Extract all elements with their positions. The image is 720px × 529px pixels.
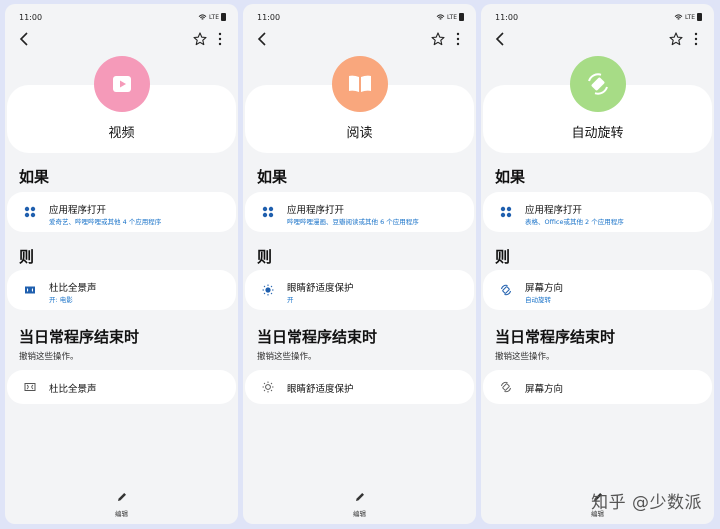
action-title: 眼睛舒适度保护 [287, 283, 354, 294]
action-card[interactable]: 杜比全景声 开: 电影 [7, 270, 236, 310]
end-section-header: 当日常程序结束时 [257, 328, 378, 346]
trigger-title: 应用程序打开 [525, 205, 583, 216]
favorite-star-icon[interactable] [430, 30, 446, 48]
battery-icon [697, 13, 702, 21]
then-section-header: 则 [19, 248, 35, 266]
back-arrow-icon[interactable] [17, 30, 33, 48]
wifi-icon [198, 13, 207, 20]
trigger-subtitle: 爱奇艺、哔哩哔哩或其他 4 个应用程序 [49, 218, 162, 226]
status-time: 11:00 [19, 13, 43, 22]
trigger-card[interactable]: 应用程序打开 表格、Office或其他 2 个应用程序 [483, 192, 712, 232]
watermark: 知乎 @少数派 [591, 493, 702, 513]
status-time: 11:00 [495, 13, 519, 22]
undo-title: 杜比全景声 [49, 384, 97, 395]
status-bar: 11:00 LTE [495, 13, 702, 25]
apps-grid-icon [24, 206, 36, 218]
routine-title: 阅读 [346, 126, 373, 141]
if-section-header: 如果 [495, 168, 526, 186]
apps-grid-icon [262, 206, 274, 218]
sun-icon [262, 284, 274, 296]
routine-title: 视频 [108, 126, 135, 141]
rotate-icon [569, 56, 626, 112]
status-bar: 11:00 LTE [257, 13, 464, 25]
apps-grid-icon [500, 206, 512, 218]
wifi-icon [674, 13, 683, 20]
rotate-outline-icon [501, 381, 511, 393]
phone-screen-reading: 11:00 LTE 阅读 如果 应用程序打开 哔哩哔哩漫画、豆瓣阅读或其他 6 … [243, 4, 476, 524]
battery-icon [221, 13, 226, 21]
undo-card[interactable]: 眼睛舒适度保护 [245, 370, 474, 404]
if-section-header: 如果 [19, 168, 50, 186]
if-section-header: 如果 [257, 168, 288, 186]
trigger-subtitle: 哔哩哔哩漫画、豆瓣阅读或其他 6 个应用程序 [287, 218, 419, 226]
undo-card[interactable]: 屏幕方向 [483, 370, 712, 404]
action-title: 屏幕方向 [525, 283, 564, 294]
wifi-icon [436, 13, 445, 20]
phone-screen-video: 11:00 LTE 视频 如果 应用程序打开 爱奇艺、哔哩哔哩或其他 4 个应用… [5, 4, 238, 524]
pencil-icon [117, 493, 126, 501]
undo-card[interactable]: 杜比全景声 [7, 370, 236, 404]
back-arrow-icon[interactable] [255, 30, 271, 48]
favorite-star-icon[interactable] [668, 30, 684, 48]
network-label: LTE [209, 13, 219, 21]
more-options-icon[interactable] [690, 30, 702, 48]
routine-title: 自动旋转 [571, 126, 624, 141]
edit-button[interactable]: 编辑 [243, 488, 476, 518]
trigger-subtitle: 表格、Office或其他 2 个应用程序 [525, 218, 624, 226]
rotate-icon [501, 284, 511, 296]
then-section-header: 则 [495, 248, 511, 266]
play-icon [93, 56, 150, 112]
favorite-star-icon[interactable] [192, 30, 208, 48]
action-card[interactable]: 屏幕方向 自动旋转 [483, 270, 712, 310]
edit-button[interactable]: 编辑 [5, 488, 238, 518]
action-title: 杜比全景声 [49, 283, 97, 294]
end-section-header: 当日常程序结束时 [495, 328, 616, 346]
action-subtitle: 自动旋转 [525, 296, 551, 304]
status-icons: LTE [436, 13, 464, 21]
sun-outline-icon [262, 381, 274, 393]
network-label: LTE [447, 13, 457, 21]
more-options-icon[interactable] [452, 30, 464, 48]
end-section-subtitle: 撤销这些操作。 [19, 352, 79, 362]
trigger-card[interactable]: 应用程序打开 哔哩哔哩漫画、豆瓣阅读或其他 6 个应用程序 [245, 192, 474, 232]
status-icons: LTE [198, 13, 226, 21]
action-subtitle: 开: 电影 [49, 296, 73, 304]
action-card[interactable]: 眼睛舒适度保护 开 [245, 270, 474, 310]
book-icon [331, 56, 388, 112]
battery-icon [459, 13, 464, 21]
network-label: LTE [685, 13, 695, 21]
edit-label: 编辑 [115, 510, 128, 518]
end-section-subtitle: 撤销这些操作。 [495, 352, 555, 362]
more-options-icon[interactable] [214, 30, 226, 48]
pencil-icon [355, 493, 364, 501]
dolby-outline-icon [24, 383, 36, 391]
end-section-subtitle: 撤销这些操作。 [257, 352, 317, 362]
trigger-title: 应用程序打开 [49, 205, 107, 216]
phone-screen-auto-rotate: 11:00 LTE 自动旋转 如果 应用程序打开 表格、Office或其他 2 … [481, 4, 714, 524]
status-bar: 11:00 LTE [19, 13, 226, 25]
edit-label: 编辑 [353, 510, 366, 518]
end-section-header: 当日常程序结束时 [19, 328, 140, 346]
action-subtitle: 开 [287, 296, 294, 304]
undo-title: 眼睛舒适度保护 [287, 384, 354, 395]
then-section-header: 则 [257, 248, 273, 266]
trigger-card[interactable]: 应用程序打开 爱奇艺、哔哩哔哩或其他 4 个应用程序 [7, 192, 236, 232]
status-icons: LTE [674, 13, 702, 21]
trigger-title: 应用程序打开 [287, 205, 345, 216]
status-time: 11:00 [257, 13, 281, 22]
dolby-icon [25, 286, 35, 294]
undo-title: 屏幕方向 [525, 384, 564, 395]
back-arrow-icon[interactable] [493, 30, 509, 48]
